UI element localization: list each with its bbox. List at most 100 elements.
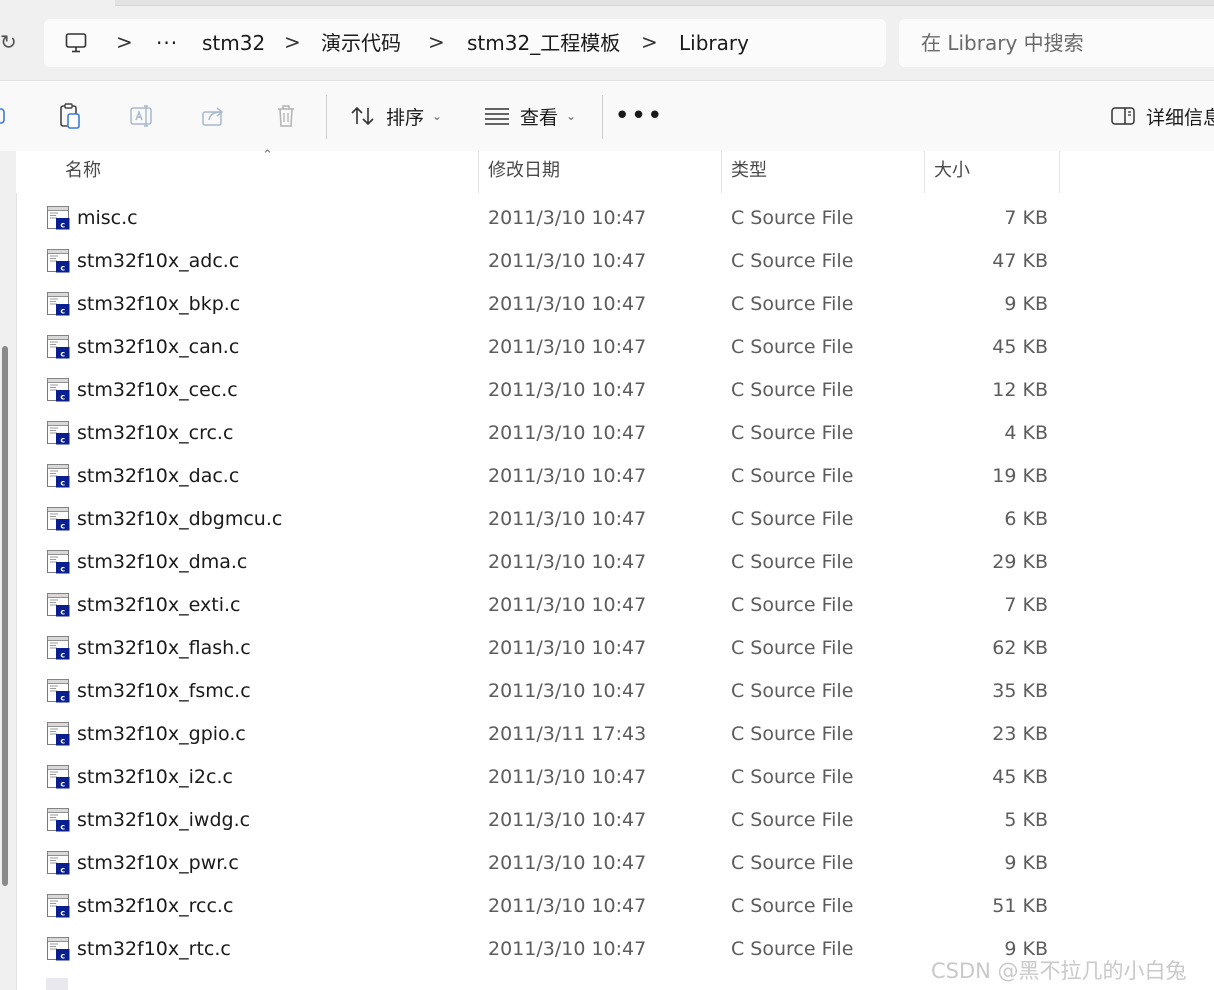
chevron-right-icon[interactable]: > bbox=[428, 19, 445, 67]
svg-text:c: c bbox=[60, 479, 65, 488]
chevron-right-icon[interactable]: > bbox=[284, 19, 301, 67]
breadcrumb-stm32[interactable]: stm32 bbox=[202, 19, 265, 67]
file-row[interactable]: c stm32f10x_rcc.c 2011/3/10 10:47 C Sour… bbox=[16, 885, 1214, 928]
c-source-file-icon: c bbox=[47, 679, 70, 703]
svg-text:c: c bbox=[60, 952, 65, 961]
file-name: stm32f10x_fsmc.c bbox=[77, 680, 251, 702]
file-row[interactable]: c stm32f10x_flash.c 2011/3/10 10:47 C So… bbox=[16, 627, 1214, 670]
c-source-file-icon: c bbox=[47, 851, 70, 875]
file-row[interactable]: c stm32f10x_crc.c 2011/3/10 10:47 C Sour… bbox=[16, 412, 1214, 455]
c-source-file-icon: c bbox=[47, 593, 70, 617]
file-size: 5 KB bbox=[1004, 809, 1048, 831]
file-row[interactable]: c stm32f10x_cec.c 2011/3/10 10:47 C Sour… bbox=[16, 369, 1214, 412]
file-row[interactable]: c stm32f10x_bkp.c 2011/3/10 10:47 C Sour… bbox=[16, 283, 1214, 326]
file-type: C Source File bbox=[731, 508, 854, 530]
column-divider[interactable] bbox=[721, 151, 722, 193]
file-size: 45 KB bbox=[992, 336, 1048, 358]
svg-text:c: c bbox=[60, 436, 65, 445]
refresh-icon[interactable]: ↻ bbox=[0, 30, 17, 54]
rename-icon bbox=[130, 105, 152, 127]
file-row[interactable]: c stm32f10x_dbgmcu.c 2011/3/10 10:47 C S… bbox=[16, 498, 1214, 541]
column-header-type[interactable]: 类型 bbox=[731, 151, 767, 193]
c-source-file-icon: c bbox=[47, 206, 70, 230]
breadcrumb-overflow[interactable]: ··· bbox=[156, 19, 178, 67]
svg-text:c: c bbox=[60, 393, 65, 402]
file-name: stm32f10x_iwdg.c bbox=[77, 809, 251, 831]
file-modified: 2011/3/10 10:47 bbox=[488, 551, 647, 573]
address-bar[interactable]: > ··· stm32 > 演示代码 > stm32_工程模板 > Librar… bbox=[44, 19, 886, 67]
file-row[interactable]: c stm32f10x_fsmc.c 2011/3/10 10:47 C Sou… bbox=[16, 670, 1214, 713]
cut-button[interactable] bbox=[0, 81, 14, 151]
column-divider[interactable] bbox=[924, 151, 925, 193]
file-size: 45 KB bbox=[992, 766, 1048, 788]
navigation-scrollbar[interactable] bbox=[2, 346, 8, 886]
file-row[interactable]: c stm32f10x_gpio.c 2011/3/11 17:43 C Sou… bbox=[16, 713, 1214, 756]
file-modified: 2011/3/10 10:47 bbox=[488, 293, 647, 315]
column-divider[interactable] bbox=[1059, 151, 1060, 193]
delete-button[interactable] bbox=[268, 81, 304, 151]
file-row[interactable]: c stm32f10x_can.c 2011/3/10 10:47 C Sour… bbox=[16, 326, 1214, 369]
file-row[interactable]: c stm32f10x_dac.c 2011/3/10 10:47 C Sour… bbox=[16, 455, 1214, 498]
file-name: stm32f10x_gpio.c bbox=[77, 723, 246, 745]
copy-icon bbox=[60, 103, 80, 129]
file-size: 9 KB bbox=[1004, 293, 1048, 315]
column-header-size[interactable]: 大小 bbox=[934, 151, 970, 193]
view-list-icon bbox=[485, 108, 509, 125]
file-name: stm32f10x_dma.c bbox=[77, 551, 248, 573]
file-type: C Source File bbox=[731, 379, 854, 401]
file-name: stm32f10x_exti.c bbox=[77, 594, 241, 616]
more-options-button[interactable]: ••• bbox=[615, 81, 663, 151]
file-size: 47 KB bbox=[992, 250, 1048, 272]
file-type: C Source File bbox=[731, 551, 854, 573]
file-row[interactable]: c stm32f10x_i2c.c 2011/3/10 10:47 C Sour… bbox=[16, 756, 1214, 799]
monitor-icon[interactable] bbox=[64, 31, 88, 55]
navigation-pane-edge bbox=[0, 151, 17, 990]
chevron-right-icon[interactable]: > bbox=[116, 19, 133, 67]
file-row[interactable]: c stm32f10x_dma.c 2011/3/10 10:47 C Sour… bbox=[16, 541, 1214, 584]
file-row[interactable]: c stm32f10x_iwdg.c 2011/3/10 10:47 C Sou… bbox=[16, 799, 1214, 842]
file-type: C Source File bbox=[731, 680, 854, 702]
details-pane-button[interactable]: 详细信息 bbox=[1110, 81, 1214, 151]
file-type: C Source File bbox=[731, 766, 854, 788]
file-name: stm32f10x_rtc.c bbox=[77, 938, 231, 960]
c-source-file-icon: c bbox=[47, 550, 70, 574]
chevron-right-icon[interactable]: > bbox=[641, 19, 658, 67]
file-size: 51 KB bbox=[992, 895, 1048, 917]
view-button[interactable]: 查看 ⌄ bbox=[484, 81, 584, 151]
breadcrumb-project-template[interactable]: stm32_工程模板 bbox=[467, 19, 620, 67]
c-source-file-icon: c bbox=[47, 378, 70, 402]
file-size: 6 KB bbox=[1004, 508, 1048, 530]
breadcrumb-library[interactable]: Library bbox=[679, 19, 749, 67]
file-name: stm32f10x_bkp.c bbox=[77, 293, 241, 315]
file-modified: 2011/3/10 10:47 bbox=[488, 422, 647, 444]
sort-button[interactable]: 排序 ⌄ bbox=[350, 81, 450, 151]
share-button[interactable] bbox=[196, 81, 232, 151]
rename-button[interactable] bbox=[124, 81, 160, 151]
c-source-file-icon: c bbox=[47, 808, 70, 832]
file-row[interactable]: c misc.c 2011/3/10 10:47 C Source File 7… bbox=[16, 197, 1214, 240]
column-divider[interactable] bbox=[478, 151, 479, 193]
file-modified: 2011/3/10 10:47 bbox=[488, 508, 647, 530]
c-source-file-icon: c bbox=[47, 292, 70, 316]
partial-row-icon bbox=[46, 978, 68, 990]
column-header-name[interactable]: 名称 bbox=[65, 151, 101, 193]
copy-button[interactable] bbox=[52, 81, 88, 151]
details-label: 详细信息 bbox=[1146, 106, 1214, 129]
file-row[interactable]: c stm32f10x_exti.c 2011/3/10 10:47 C Sou… bbox=[16, 584, 1214, 627]
file-row[interactable]: c stm32f10x_pwr.c 2011/3/10 10:47 C Sour… bbox=[16, 842, 1214, 885]
breadcrumb-demo-code[interactable]: 演示代码 bbox=[321, 19, 401, 67]
file-modified: 2011/3/10 10:47 bbox=[488, 207, 647, 229]
c-source-file-icon: c bbox=[47, 894, 70, 918]
column-header-modified[interactable]: 修改日期 bbox=[488, 151, 560, 193]
sort-icon bbox=[351, 106, 374, 126]
c-source-file-icon: c bbox=[47, 636, 70, 660]
svg-text:c: c bbox=[60, 565, 65, 574]
file-modified: 2011/3/10 10:47 bbox=[488, 250, 647, 272]
search-input[interactable] bbox=[899, 19, 1214, 67]
svg-text:c: c bbox=[60, 694, 65, 703]
svg-text:c: c bbox=[60, 909, 65, 918]
file-row[interactable]: c stm32f10x_adc.c 2011/3/10 10:47 C Sour… bbox=[16, 240, 1214, 283]
svg-text:c: c bbox=[60, 651, 65, 660]
file-size: 12 KB bbox=[992, 379, 1048, 401]
file-size: 19 KB bbox=[992, 465, 1048, 487]
